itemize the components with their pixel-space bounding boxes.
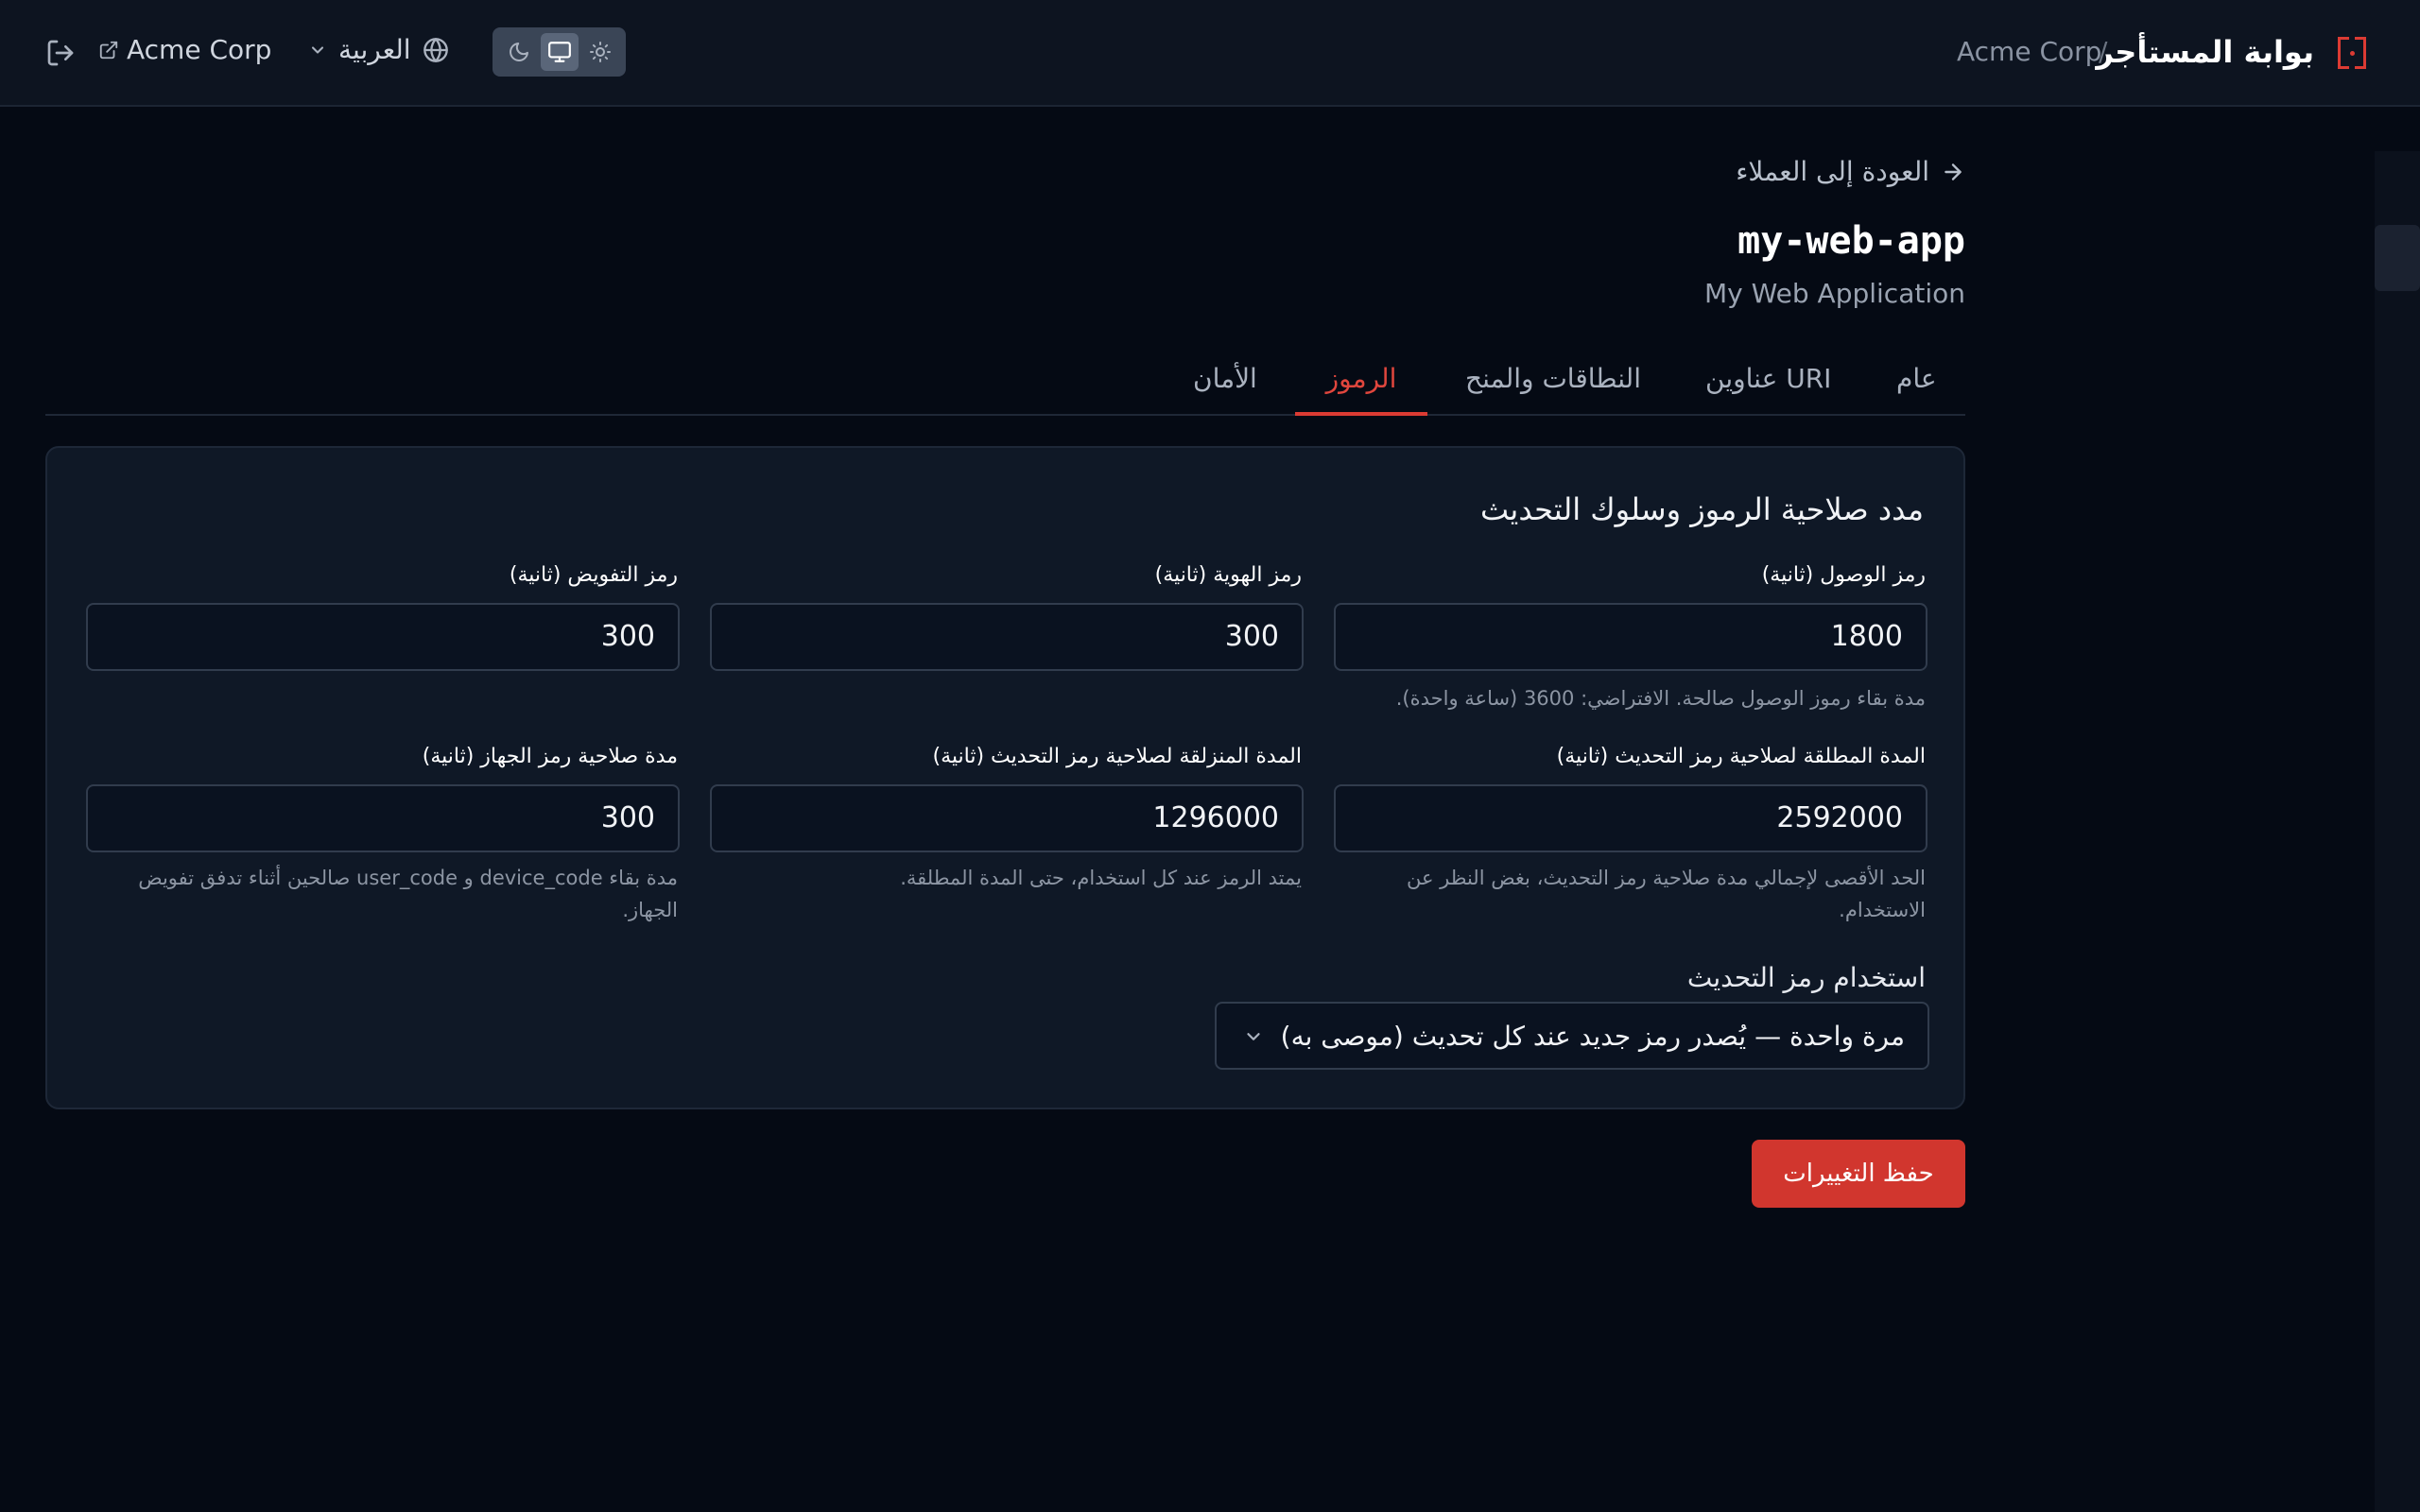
scrollbar-thumb[interactable] [2375, 225, 2420, 291]
back-link-label: العودة إلى العملاء [1736, 156, 1929, 187]
logout-icon[interactable] [45, 38, 76, 68]
refresh-sliding-input[interactable]: 1296000 [710, 784, 1304, 852]
chevron-down-icon [311, 45, 324, 54]
top-bar: بوابة المستأجر / Acme Corp Acme Corp الع… [0, 0, 2420, 107]
tenant-external-link[interactable]: Acme Corp [98, 34, 271, 65]
back-to-clients-link[interactable]: العودة إلى العملاء [1736, 156, 1965, 187]
client-id-title: my-web-app [1737, 219, 1965, 263]
breadcrumb-tenant[interactable]: Acme Corp [1957, 36, 2101, 67]
device-code-input[interactable]: 300 [86, 784, 680, 852]
panel-title: مدد صلاحية الرموز وسلوك التحديث [1480, 491, 1924, 527]
access-token-help: مدة بقاء رموز الوصول صالحة. الافتراضي: 3… [1395, 687, 1926, 710]
save-changes-button[interactable]: حفظ التغييرات [1752, 1140, 1965, 1208]
chevron-down-icon [1247, 1033, 1260, 1040]
tenant-link-label: Acme Corp [127, 34, 272, 65]
token-lifetimes-panel: مدد صلاحية الرموز وسلوك التحديث رمز الوص… [45, 446, 1965, 1109]
globe-icon [423, 37, 448, 62]
tab-scopes-grants[interactable]: النطاقات والمنح [1465, 363, 1641, 416]
arrow-right-icon [1945, 163, 1962, 180]
refresh-usage-select[interactable]: مرة واحدة — يُصدر رمز جديد عند كل تحديث … [1215, 1002, 1929, 1070]
monitor-icon [547, 42, 571, 62]
brand-logo-icon [2338, 37, 2366, 69]
refresh-absolute-label: المدة المطلقة لصلاحية رمز التحديث (ثانية… [1556, 745, 1926, 768]
device-code-help: مدة بقاء device_code و user_code صالحين … [138, 867, 678, 921]
authorization-code-label: رمز التفويض (ثانية) [509, 563, 678, 587]
authorization-code-input[interactable]: 300 [86, 603, 680, 671]
id-token-label: رمز الهوية (ثانية) [1154, 563, 1302, 587]
refresh-absolute-help: الحد الأقصى لإجمالي مدة صلاحية رمز التحد… [1406, 867, 1926, 921]
language-label: العربية [338, 34, 411, 65]
tab-tokens[interactable]: الرموز [1295, 363, 1427, 416]
tab-general[interactable]: عام [1896, 363, 1937, 416]
device-code-label: مدة صلاحية رمز الجهاز (ثانية) [422, 745, 678, 768]
language-selector[interactable]: العربية [308, 34, 449, 65]
access-token-input[interactable]: 1800 [1334, 603, 1927, 671]
access-token-label: رمز الوصول (ثانية) [1761, 563, 1926, 587]
moon-icon [509, 43, 528, 61]
theme-toggle [493, 27, 626, 77]
refresh-sliding-help: يمتد الرمز عند كل استخدام، حتى المدة الم… [900, 867, 1302, 889]
portal-title: بوابة المستأجر [2096, 34, 2314, 70]
refresh-absolute-input[interactable]: 2592000 [1334, 784, 1927, 852]
theme-light-button[interactable] [581, 33, 619, 71]
client-name: My Web Application [1703, 278, 1965, 309]
tab-uris[interactable]: عناوين URI [1705, 363, 1831, 416]
theme-dark-button[interactable] [500, 33, 538, 71]
external-link-icon [99, 41, 118, 59]
client-tabs: عام عناوين URI النطاقات والمنح الرموز ال… [45, 352, 1965, 416]
id-token-input[interactable]: 300 [710, 603, 1304, 671]
refresh-usage-value: مرة واحدة — يُصدر رمز جديد عند كل تحديث … [1280, 1021, 1905, 1052]
scrollbar-track[interactable] [2375, 151, 2420, 1512]
sun-icon [589, 42, 611, 62]
refresh-usage-label: استخدام رمز التحديث [1686, 962, 1926, 993]
theme-system-button[interactable] [540, 33, 579, 71]
refresh-sliding-label: المدة المنزلقة لصلاحية رمز التحديث (ثاني… [932, 745, 1302, 768]
tab-security[interactable]: الأمان [1193, 363, 1257, 416]
